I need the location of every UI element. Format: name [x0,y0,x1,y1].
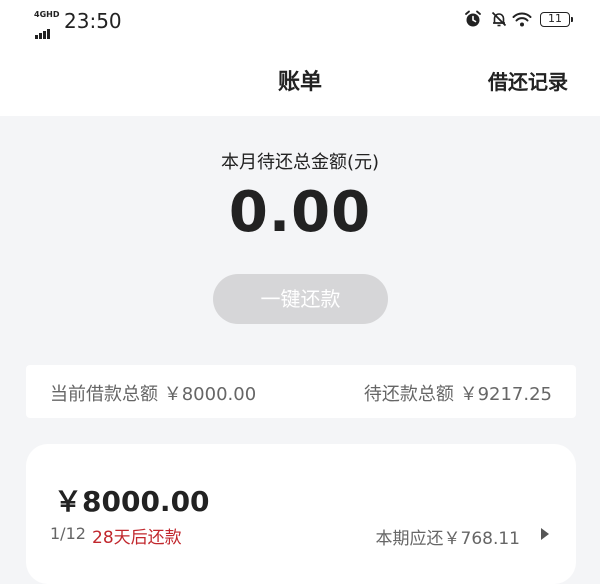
loan-amount: ￥8000.00 [54,485,210,518]
status-time: 23:50 [64,9,122,33]
network-type: 4GHD [34,10,60,19]
status-bar: 4GHD 23:50 11 [0,0,600,40]
nav-bar: 账单 借还记录 [0,40,600,116]
loan-installment: 本期应还￥768.11 [375,529,520,549]
battery-level: 11 [548,12,562,25]
current-loan-total: 当前借款总额 ￥8000.00 [50,384,257,405]
pending-repay-total: 待还款总额 ￥9217.25 [363,384,552,405]
bell-muted-icon [490,10,508,32]
monthly-due-label: 本月待还总金额(元) [220,152,380,173]
totals-card: 当前借款总额 ￥8000.00 待还款总额 ￥9217.25 [26,365,576,418]
loan-period: 1/12 [50,524,86,543]
loan-due-text: 28天后还款 [92,528,182,548]
loan-card[interactable]: ￥8000.00 1/12 28天后还款 本期应还￥768.11 [26,444,576,584]
cellular-signal-icon: 4GHD [34,10,60,39]
one-click-repay-button[interactable]: 一键还款 [213,274,388,324]
borrow-repay-records-link[interactable]: 借还记录 [488,66,568,95]
chevron-right-icon[interactable] [540,526,550,545]
battery-icon: 11 [540,12,573,27]
alarm-icon [464,10,482,32]
wifi-icon [512,10,532,32]
monthly-due-amount: 0.00 [228,180,372,245]
